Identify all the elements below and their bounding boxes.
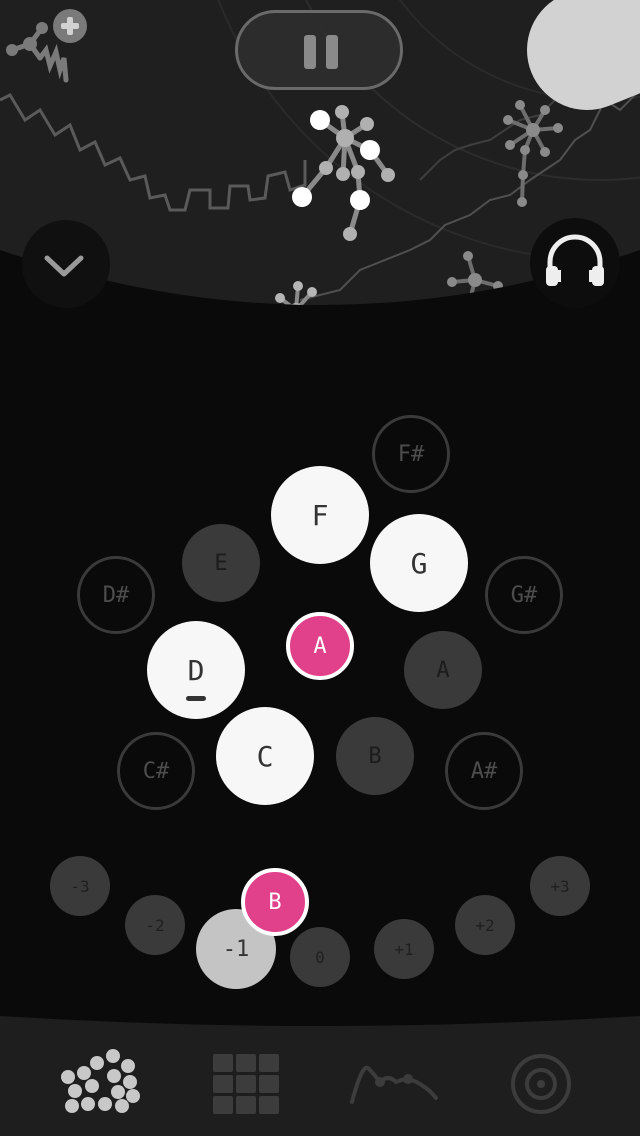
octave-cursor-marker[interactable]: B	[241, 868, 309, 936]
nav-tab-grid[interactable]	[196, 1046, 296, 1126]
note-d-sharp[interactable]: D#	[77, 556, 155, 634]
octave-plus-3[interactable]: +3	[530, 856, 590, 916]
add-instrument-icon	[6, 9, 87, 83]
bottom-nav	[0, 1016, 640, 1136]
chevron-down-icon	[44, 255, 84, 277]
note-f-sharp[interactable]: F#	[372, 415, 450, 493]
octave-zero[interactable]: 0	[290, 927, 350, 987]
note-g[interactable]: G	[370, 514, 468, 612]
note-a[interactable]: A	[404, 631, 482, 709]
visualizer-canvas[interactable]	[0, 0, 640, 330]
target-icon	[511, 1054, 571, 1114]
pause-button[interactable]	[235, 10, 403, 90]
note-g-sharp[interactable]: G#	[485, 556, 563, 634]
nav-tab-pattern[interactable]	[50, 1046, 150, 1126]
app-screen: F# F E G D# G# D A C# C B A# A -3 -2 -1 …	[0, 0, 640, 1136]
nav-tab-target[interactable]	[491, 1046, 591, 1126]
note-f[interactable]: F	[271, 466, 369, 564]
octave-plus-2[interactable]: +2	[455, 895, 515, 955]
note-d[interactable]: D	[147, 621, 245, 719]
note-c-sharp[interactable]: C#	[117, 732, 195, 810]
nav-tab-curve[interactable]	[344, 1046, 444, 1126]
curve-icon	[350, 1065, 438, 1104]
grid-icon	[213, 1054, 279, 1114]
note-a-sharp[interactable]: A#	[445, 732, 523, 810]
headphones-button[interactable]	[530, 218, 620, 308]
root-note-indicator	[186, 696, 206, 701]
octave-plus-1[interactable]: +1	[374, 919, 434, 979]
collapse-button[interactable]	[22, 220, 110, 308]
note-e[interactable]: E	[182, 524, 260, 602]
octave-minus-3[interactable]: -3	[50, 856, 110, 916]
dots-pattern-icon	[61, 1049, 140, 1113]
headphones-icon	[546, 234, 604, 286]
note-b[interactable]: B	[336, 717, 414, 795]
octave-minus-2[interactable]: -2	[125, 895, 185, 955]
note-cursor-marker[interactable]: A	[286, 612, 354, 680]
note-c[interactable]: C	[216, 707, 314, 805]
